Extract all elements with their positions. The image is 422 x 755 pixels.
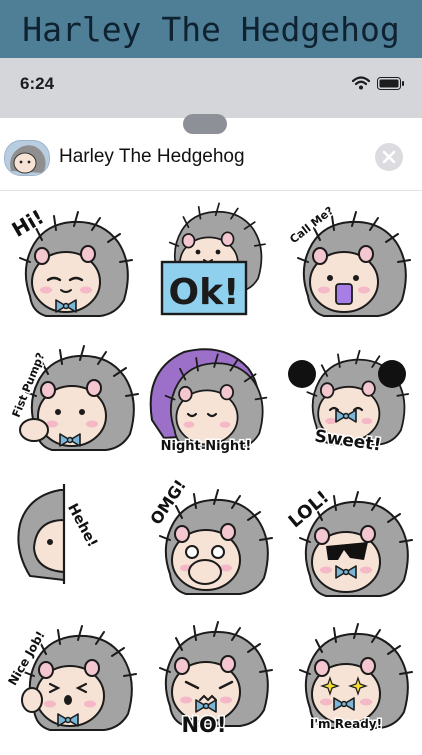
close-button[interactable] <box>375 143 403 171</box>
sticker-im-ready[interactable]: I'm Ready! <box>284 620 413 750</box>
battery-icon <box>377 77 405 95</box>
sticker-nice-job[interactable]: Nice Job! <box>4 620 137 750</box>
status-time: 6:24 <box>20 74 55 93</box>
sticker-caption: Hehe! <box>64 501 100 550</box>
sticker-caption: I'm Ready! <box>310 717 382 731</box>
sticker-lol[interactable]: LOL! <box>283 484 413 614</box>
sticker-caption: Night Night! <box>161 439 252 454</box>
close-icon <box>382 150 396 164</box>
sticker-caption: Ok! <box>169 272 240 313</box>
sticker-caption: NO! <box>181 713 226 737</box>
sticker-sweet[interactable]: Sweet! <box>284 340 410 470</box>
sticker-call-me[interactable]: Call Me? <box>284 202 411 332</box>
sticker-fist-pump[interactable]: Fist Pump? <box>8 340 139 470</box>
wifi-icon <box>351 76 371 95</box>
banner-title: Harley The Hedgehog <box>22 9 400 49</box>
app-banner: Harley The Hedgehog <box>0 0 422 58</box>
sticker-night-night[interactable]: Night Night! <box>144 340 270 470</box>
pack-title: Harley The Hedgehog <box>59 146 245 167</box>
sticker-ok[interactable]: Ok! <box>146 200 272 330</box>
sticker-omg[interactable]: OMG! <box>144 475 273 612</box>
sticker-hi[interactable]: Hi! <box>6 203 134 334</box>
hedgehog-avatar-icon <box>4 140 50 176</box>
sticker-no[interactable]: NO! <box>146 620 273 750</box>
sticker-hehe[interactable]: Hehe! <box>8 480 134 610</box>
